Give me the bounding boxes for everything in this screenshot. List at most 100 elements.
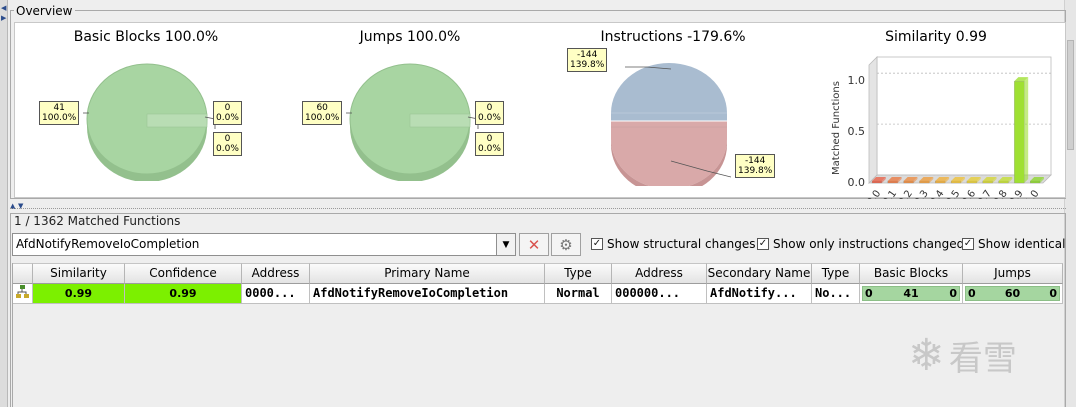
basic-blocks-matched: 41 <box>903 287 919 300</box>
column-header-primary-name[interactable]: Primary Name <box>310 263 545 284</box>
checkbox-check-icon[interactable]: ✓ <box>591 238 603 250</box>
show-only-instructions-changed-checkbox[interactable]: ✓ Show only instructions changed <box>757 237 964 251</box>
column-header-confidence[interactable]: Confidence <box>125 263 242 284</box>
jumps-bar: 0 60 0 <box>965 286 1060 301</box>
table-header: Similarity Confidence Address Primary Na… <box>13 263 1063 284</box>
column-header-secondary-name[interactable]: Secondary Name <box>707 263 812 284</box>
y-tick-label: 0.0 <box>848 176 866 189</box>
matched-functions-table: Similarity Confidence Address Primary Na… <box>12 263 1064 407</box>
jumps-primary-only: 0 <box>968 287 976 300</box>
y-tick-label: 0.5 <box>848 125 866 138</box>
x-tick-label: 0.6 <box>960 188 978 199</box>
similarity-bar-chart: 0.00.51.0Matched Functions0.00.10.20.30.… <box>831 56 1052 199</box>
callout-value: 0 <box>224 134 231 144</box>
checkbox-label: Show structural changes <box>607 237 756 251</box>
callout-percent: 100.0% <box>42 113 77 123</box>
splitter-line <box>10 208 1066 209</box>
x-tick-label: 0.9 <box>1008 188 1026 199</box>
column-header-secondary-address[interactable]: Address <box>612 263 707 284</box>
x-tick-label: 0.7 <box>976 188 994 199</box>
bar-0.1 <box>887 180 898 184</box>
jumps-matched: 60 <box>1004 287 1021 300</box>
column-header-similarity[interactable]: Similarity <box>33 263 125 284</box>
column-header-primary-type[interactable]: Type <box>545 263 612 284</box>
x-tick-label: 0.5 <box>944 188 962 199</box>
x-tick-label: 0.3 <box>913 188 931 199</box>
bar-0.7 <box>982 180 993 184</box>
column-header-icon[interactable] <box>13 263 33 284</box>
left-splitter[interactable]: ◀ ▶ <box>0 0 8 407</box>
primary-name-cell: AfdNotifyRemoveIoCompletion <box>310 284 545 304</box>
row-icon-cell <box>13 284 33 304</box>
instructions-bottom-callout: -144 139.8% <box>735 154 776 178</box>
show-structural-changes-checkbox[interactable]: ✓ Show structural changes <box>591 237 755 251</box>
basic-blocks-primary-only: 0 <box>865 287 873 300</box>
expand-right-arrow-icon[interactable]: ▶ <box>1 14 6 22</box>
watermark-text: 看雪 <box>948 339 1017 379</box>
y-tick-label: 1.0 <box>848 74 866 87</box>
bar-0.3 <box>919 180 930 184</box>
column-header-jumps[interactable]: Jumps <box>963 263 1063 284</box>
jumps-right-callout-2: 0 0.0% <box>475 132 504 156</box>
jumps-chart-title: Jumps 100.0% <box>359 29 461 45</box>
function-filter-input[interactable]: AfdNotifyRemoveIoCompletion <box>12 233 497 256</box>
collapse-left-arrow-icon[interactable]: ◀ <box>1 4 6 12</box>
bar-0.9 <box>1014 81 1025 184</box>
checkbox-check-icon[interactable]: ✓ <box>757 238 769 250</box>
callout-value: -144 <box>744 156 766 166</box>
bar-0.4 <box>935 180 946 184</box>
x-tick-label: 0.0 <box>865 188 883 199</box>
x-tick-label: 0.2 <box>897 188 915 199</box>
checkbox-check-icon[interactable]: ✓ <box>962 238 974 250</box>
secondary-address-cell: 000000... <box>612 284 707 304</box>
basic-blocks-bar: 0 41 0 <box>862 286 960 301</box>
overview-title: Overview <box>14 4 75 18</box>
jumps-pie-chart <box>346 63 479 181</box>
bar-side-0.9 <box>1024 77 1029 183</box>
column-header-secondary-type[interactable]: Type <box>812 263 860 284</box>
horizontal-splitter[interactable]: ▲ ▼ <box>10 202 1066 210</box>
scrollbar-thumb[interactable] <box>1067 40 1074 150</box>
checkbox-label: Show identical <box>978 237 1066 251</box>
jumps-left-callout: 60 100.0% <box>302 101 343 125</box>
y-axis-label: Matched Functions <box>831 81 842 175</box>
callout-value: 0 <box>486 134 493 144</box>
bar-0.8 <box>998 180 1009 184</box>
settings-gear-icon: ⚙ <box>559 235 573 254</box>
show-identical-checkbox[interactable]: ✓ Show identical <box>962 237 1065 251</box>
basic-blocks-right-callout-1: 0 0.0% <box>213 101 242 125</box>
instructions-chart-title: Instructions -179.6% <box>600 29 746 45</box>
settings-button[interactable]: ⚙ <box>551 233 581 256</box>
bar-0.2 <box>903 180 914 184</box>
column-header-basic-blocks[interactable]: Basic Blocks <box>860 263 963 284</box>
primary-address-cell: 0000... <box>242 284 310 304</box>
callout-percent: 0.0% <box>478 144 501 154</box>
filter-dropdown-button[interactable]: ▼ <box>496 233 516 256</box>
clear-filter-button[interactable]: ✕ <box>519 233 549 256</box>
instructions-pie-chart <box>611 63 731 186</box>
basic-blocks-secondary-only: 0 <box>949 287 957 300</box>
similarity-cell: 0.99 <box>33 284 125 304</box>
callout-value: 41 <box>53 103 65 113</box>
match-row-icon <box>16 285 29 298</box>
bar-1.0 <box>1030 180 1041 184</box>
secondary-type-cell: No... <box>812 284 860 304</box>
callout-value: 60 <box>316 103 328 113</box>
basic-blocks-pie-chart <box>83 63 216 181</box>
table-row[interactable]: 0.99 0.99 0000... AfdNotifyRemoveIoCompl… <box>13 284 1063 304</box>
plot-side-wall <box>868 56 878 184</box>
callout-value: 0 <box>224 103 231 113</box>
callout-value: -144 <box>576 50 598 60</box>
matched-functions-title: 1 / 1362 Matched Functions <box>14 214 181 228</box>
x-tick-label: 1.0 <box>1023 188 1041 199</box>
primary-type-cell: Normal <box>545 284 612 304</box>
instructions-top-callout: -144 139.8% <box>567 48 608 72</box>
bar-0.5 <box>950 180 962 184</box>
secondary-name-cell: AfdNotify... <box>707 284 812 304</box>
basic-blocks-chart-title: Basic Blocks 100.0% <box>73 29 219 45</box>
callout-percent: 100.0% <box>305 113 340 123</box>
snowflake-icon: ❄ <box>908 330 945 381</box>
jumps-right-callout-1: 0 0.0% <box>475 101 504 125</box>
clear-filter-icon: ✕ <box>527 235 541 254</box>
column-header-primary-address[interactable]: Address <box>242 263 310 284</box>
